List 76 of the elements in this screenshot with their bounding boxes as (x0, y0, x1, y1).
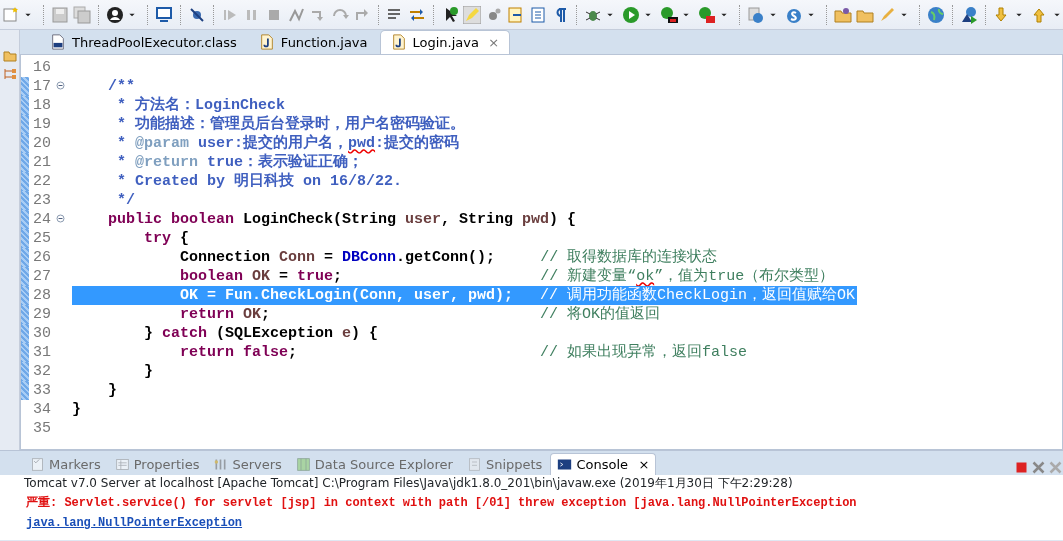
code-line: /** (107, 77, 135, 97)
code-line: try { (143, 229, 191, 249)
line-number: 16 (33, 58, 51, 76)
code-line: * Created by 明日科技 on 16/8/22. (116, 172, 404, 192)
code-line: * @return true：表示验证正确； (116, 153, 365, 172)
line-number: 32 (33, 362, 51, 380)
view-tab[interactable]: Properties (108, 453, 206, 475)
line-number: 33 (33, 381, 51, 399)
line-number: 18 (33, 96, 51, 114)
close-icon[interactable]: × (488, 32, 500, 52)
user-icon[interactable] (106, 5, 124, 24)
line-number: 20 (33, 134, 51, 152)
terminate-icon[interactable] (1014, 460, 1029, 475)
view-tab[interactable]: Data Source Explorer (289, 453, 459, 475)
line-number: 17 (33, 77, 51, 95)
code-line: * 方法名：LoginCheck (116, 96, 287, 115)
run-icon[interactable] (622, 5, 640, 24)
globe-icon[interactable] (927, 5, 945, 24)
line-number: 23 (33, 191, 51, 209)
close-icon[interactable]: × (638, 454, 650, 474)
console-process-label: Tomcat v7.0 Server at localhost [Apache Tomcat] C:\Program Files\Java\jdk1.8.0_201\bin\javaw.exe (2019年1月30日 下午2:29:28) (23, 475, 794, 492)
code-line: * @param user:提交的用户名，pwd:提交的密码 (116, 134, 461, 153)
editor-tab[interactable]: ThreadPoolExecutor.class (40, 30, 247, 54)
view-tab[interactable]: Markers (24, 453, 107, 475)
grid-icon (295, 456, 311, 472)
line-number: 26 (33, 248, 51, 266)
java-file-icon (258, 34, 275, 51)
line-number: 35 (33, 419, 51, 437)
line-number: 21 (33, 153, 51, 171)
code-line: public boolean LoginCheck(String user, String pwd) { (107, 210, 578, 230)
remove-icon[interactable] (1031, 460, 1046, 475)
document-icon[interactable] (529, 5, 547, 24)
editor-tab[interactable]: Login.java × (379, 29, 511, 54)
skip-breakpoints-icon[interactable] (188, 5, 206, 24)
run-coverage-icon[interactable] (660, 5, 678, 24)
line-number: 19 (33, 115, 51, 133)
run-server-icon[interactable] (960, 5, 978, 24)
code-line: } (143, 362, 154, 382)
globe-icon[interactable] (747, 5, 765, 24)
open-folder-icon[interactable] (834, 5, 852, 24)
table-icon (114, 456, 130, 472)
code-line: return false; // 如果出现异常，返回false (179, 343, 749, 363)
view-tab[interactable]: Servers (207, 453, 288, 475)
run-toolbox-icon[interactable] (698, 5, 716, 24)
notes-icon[interactable] (507, 5, 525, 24)
line-number: 34 (33, 400, 51, 418)
checklist-icon (30, 456, 45, 472)
line-number: 22 (33, 172, 51, 190)
line-number: 25 (33, 229, 51, 247)
code-line: * 功能描述：管理员后台登录时，用户名密码验证。 (116, 115, 466, 134)
error-message: 严重: Servlet.service() for servlet [jsp] in context with path [/01] threw exception [java.lang.NullPointerException (25, 495, 857, 512)
collapse-icon[interactable] (56, 213, 65, 223)
java-file-icon (390, 34, 407, 51)
code-line: } catch (SQLException e) { (143, 324, 380, 344)
line-number: 29 (33, 305, 51, 323)
code-line: Connection Conn = DBConn.getConn(); // 取得数据库的连接状态 (179, 248, 719, 267)
editor-tab[interactable]: Function.java (248, 30, 378, 54)
collapse-icon[interactable] (56, 80, 65, 90)
view-tab[interactable]: Snippets (460, 453, 549, 475)
class-file-icon (50, 34, 66, 51)
code-line: } (107, 381, 118, 401)
code-line: */ (116, 191, 136, 211)
line-number: 30 (33, 324, 51, 342)
monitor-icon[interactable] (155, 5, 173, 24)
line-number: 24 (33, 210, 51, 228)
line-number: 28 (33, 286, 51, 304)
view-tab[interactable]: Console × (550, 452, 657, 475)
code-line: } (72, 400, 82, 420)
line-number: 27 (33, 267, 51, 285)
document-icon (466, 456, 482, 472)
hierarchy-icon[interactable] (2, 68, 17, 80)
code-line: boolean OK = true; // 新建变量“ok”，值为true（布尔类型） (179, 267, 836, 286)
code-line: return OK; // 将OK的值返回 (179, 305, 662, 325)
exception-link[interactable]: java.lang.NullPointerException (0, 515, 243, 532)
line-number: 31 (33, 343, 51, 361)
folder-icon[interactable] (2, 49, 17, 62)
